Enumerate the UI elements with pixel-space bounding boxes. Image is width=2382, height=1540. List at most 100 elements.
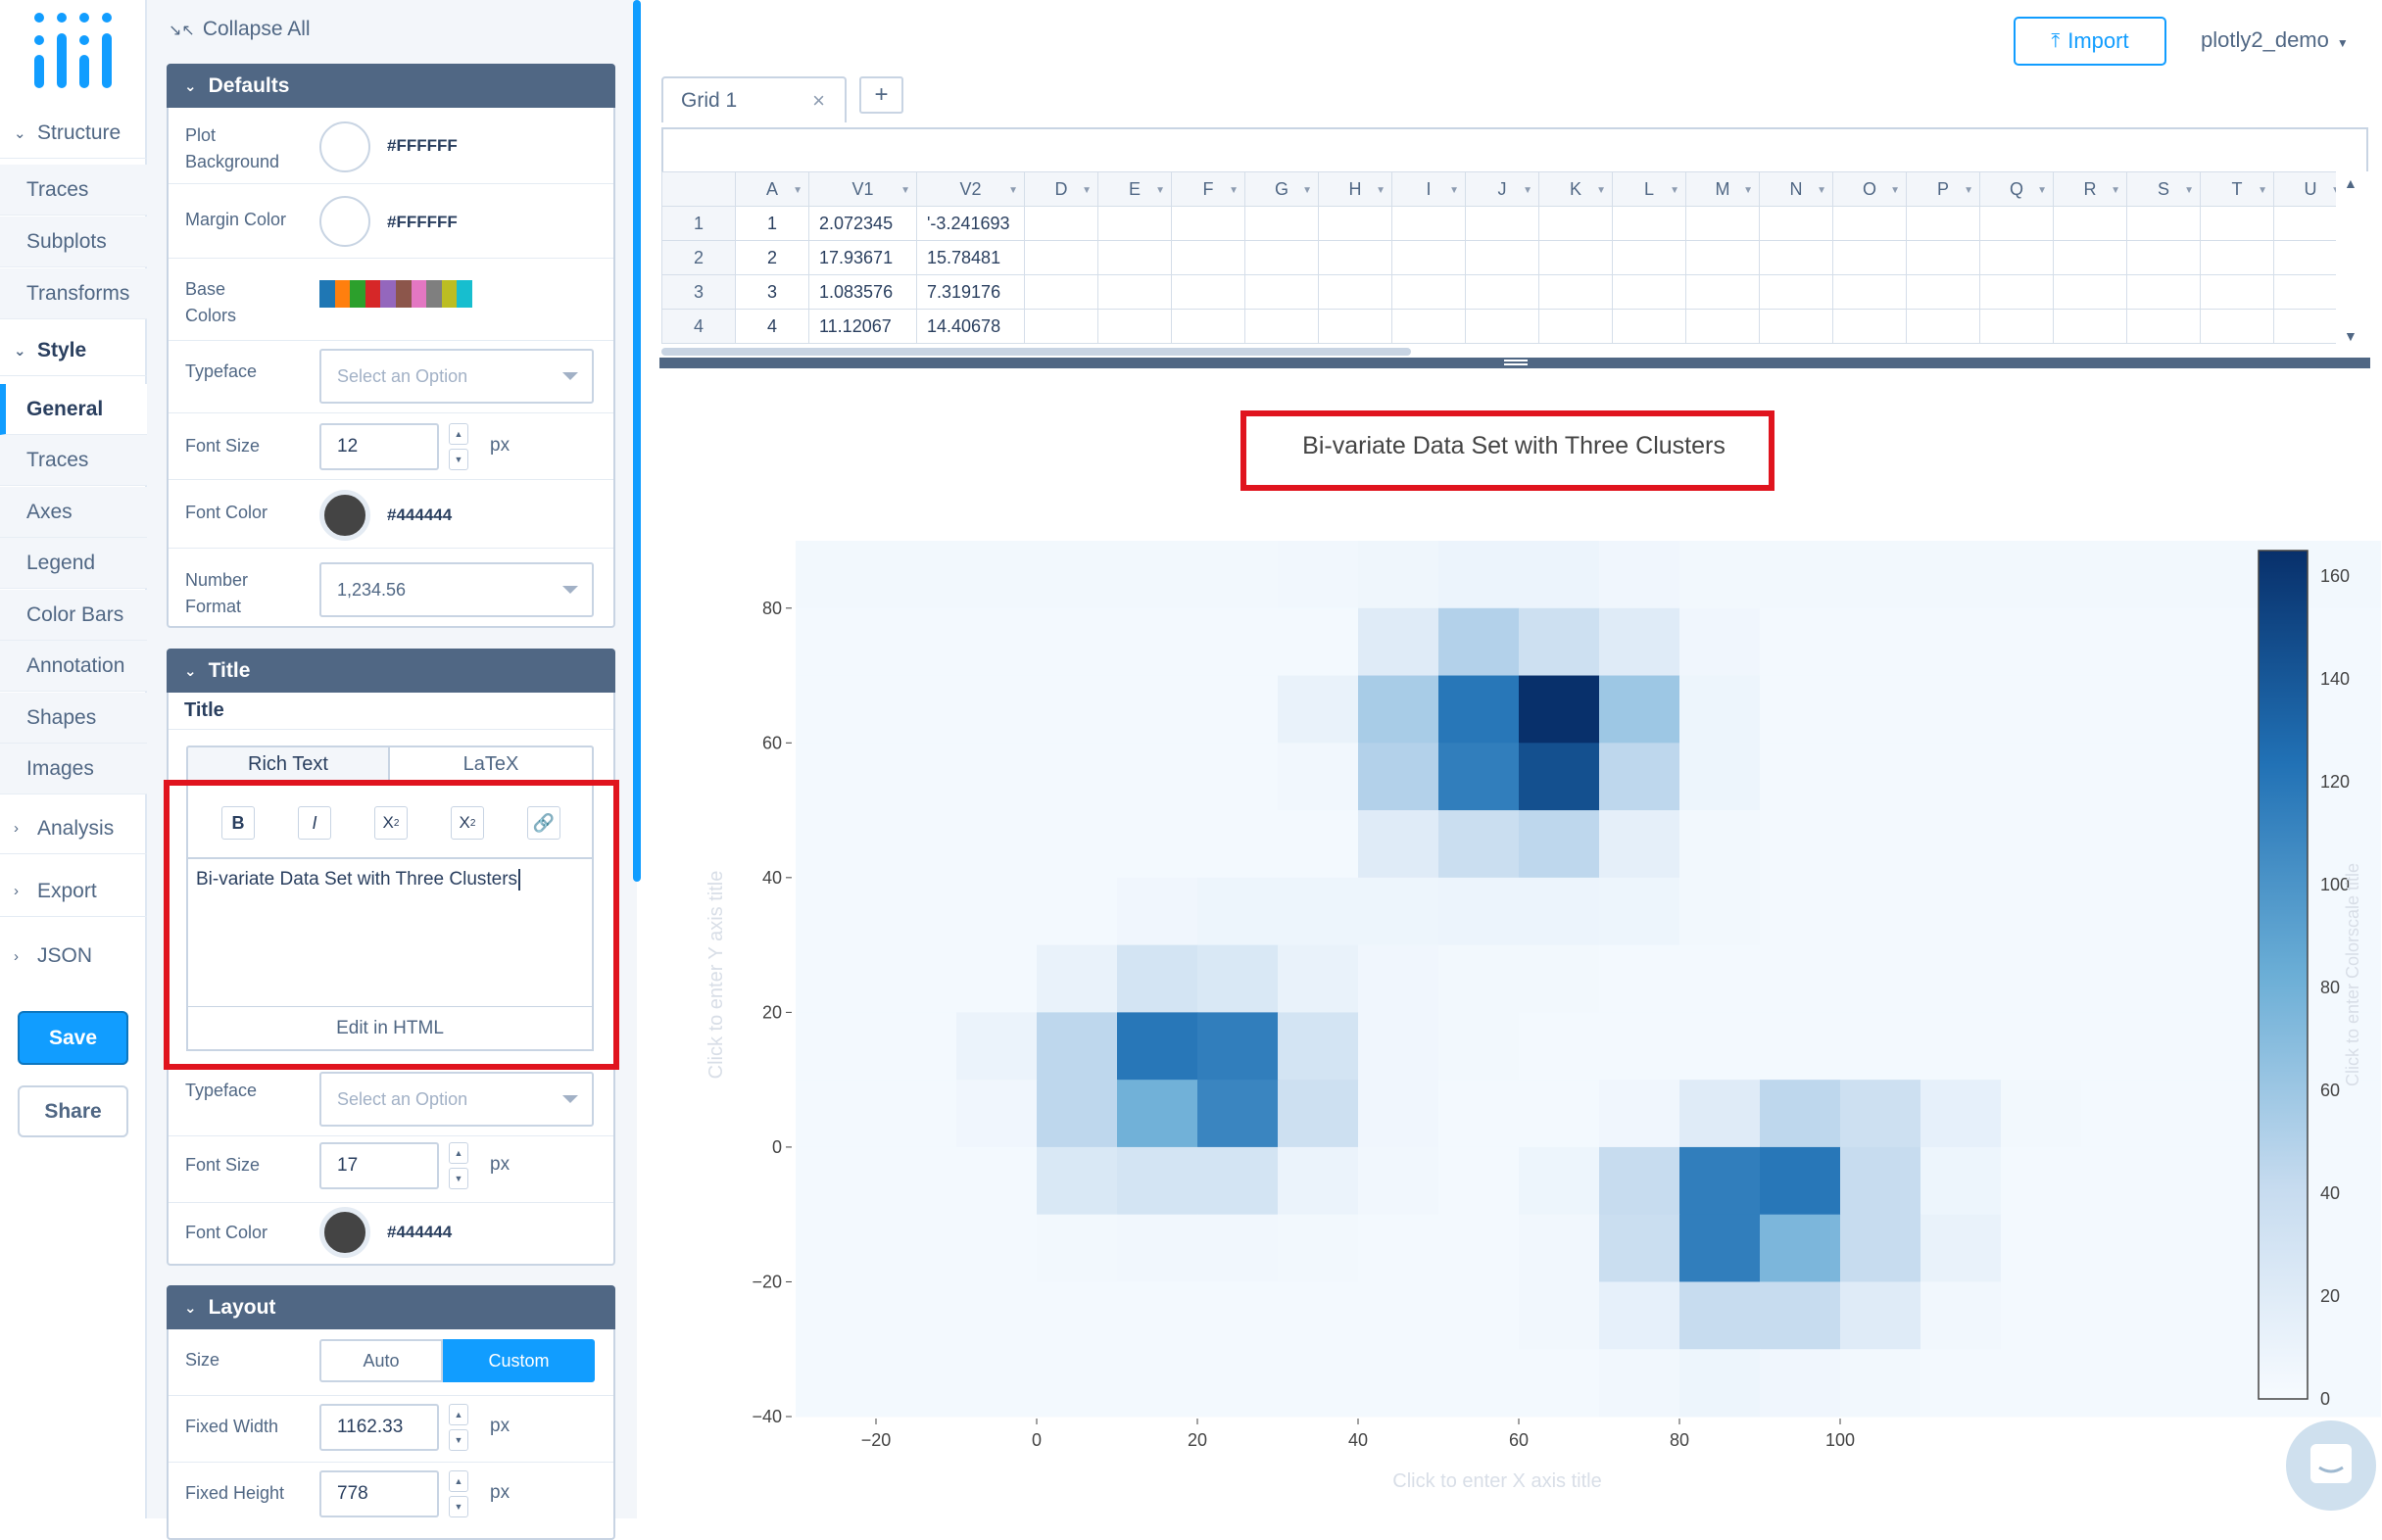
base-color-swatch[interactable]	[350, 280, 365, 308]
grid-cell[interactable]	[1832, 309, 1907, 344]
title-font-size-input[interactable]: 17	[319, 1142, 439, 1189]
base-color-swatch[interactable]	[457, 280, 472, 308]
grid-column-header[interactable]: S ▼	[2126, 171, 2201, 207]
grid-cell[interactable]	[1244, 240, 1319, 275]
grid-cell[interactable]	[1906, 240, 1980, 275]
grid-cell[interactable]	[1244, 309, 1319, 344]
nav-export[interactable]: › Export	[0, 866, 147, 917]
save-button[interactable]: Save	[18, 1011, 128, 1065]
grid-column-header[interactable]: N ▼	[1759, 171, 1833, 207]
grid-cell[interactable]	[1832, 206, 1907, 241]
increment-icon[interactable]: ▲	[449, 1142, 468, 1164]
grid-column-header[interactable]: Q ▼	[1979, 171, 2054, 207]
grid-cell[interactable]	[1097, 274, 1172, 310]
column-menu-icon[interactable]: ▼	[1670, 185, 1679, 196]
panel-scrollbar[interactable]	[633, 0, 641, 882]
grid-cell[interactable]	[1465, 309, 1539, 344]
font-size-input[interactable]: 12	[319, 423, 439, 470]
column-menu-icon[interactable]: ▼	[1523, 185, 1532, 196]
chat-launcher-button[interactable]	[2286, 1420, 2376, 1511]
fixed-height-stepper[interactable]: ▲ ▼	[449, 1470, 468, 1517]
grid-cell[interactable]	[1538, 309, 1613, 344]
grid-cell[interactable]: '-3.241693	[916, 206, 1025, 241]
grid-cell[interactable]	[1759, 309, 1833, 344]
decrement-icon[interactable]: ▼	[449, 1168, 468, 1189]
nav-item-subplots[interactable]: Subplots	[0, 217, 147, 267]
increment-icon[interactable]: ▲	[449, 1404, 468, 1425]
grid-column-header[interactable]: O ▼	[1832, 171, 1907, 207]
grid-column-header[interactable]: G ▼	[1244, 171, 1319, 207]
title-typeface-select[interactable]: Select an Option	[319, 1072, 594, 1127]
grid-column-header[interactable]: V2 ▼	[916, 171, 1025, 207]
number-format-select[interactable]: 1,234.56	[319, 562, 594, 617]
increment-icon[interactable]: ▲	[449, 1470, 468, 1492]
nav-json[interactable]: › JSON	[0, 931, 147, 982]
grid-cell[interactable]	[1318, 309, 1392, 344]
grid-cell[interactable]	[1097, 240, 1172, 275]
grid-cell[interactable]	[1391, 274, 1466, 310]
grid-column-header[interactable]: R ▼	[2053, 171, 2127, 207]
font-color-swatch[interactable]	[319, 490, 370, 541]
grid-cell[interactable]	[1979, 309, 2054, 344]
grid-cell[interactable]	[1906, 274, 1980, 310]
grid-cell[interactable]	[1906, 206, 1980, 241]
grid-cell[interactable]	[2200, 309, 2274, 344]
grid-cell[interactable]	[1391, 309, 1466, 344]
grid-cell[interactable]	[1024, 206, 1098, 241]
plot-background-swatch[interactable]	[319, 121, 370, 172]
grid-hscroll[interactable]	[661, 348, 1411, 356]
size-auto-button[interactable]: Auto	[319, 1339, 443, 1382]
grid-column-header[interactable]: P ▼	[1906, 171, 1980, 207]
column-menu-icon[interactable]: ▼	[1302, 185, 1312, 196]
row-number[interactable]: 2	[661, 240, 736, 275]
nav-item-images[interactable]: Images	[0, 744, 147, 794]
colorbar-title[interactable]: Click to enter Colorscale title	[2343, 863, 2362, 1086]
base-color-swatch[interactable]	[365, 280, 381, 308]
grid-cell[interactable]	[1612, 240, 1686, 275]
column-menu-icon[interactable]: ▼	[1155, 185, 1165, 196]
grid-column-header[interactable]: H ▼	[1318, 171, 1392, 207]
margin-color-swatch[interactable]	[319, 196, 370, 247]
nav-item-transforms[interactable]: Transforms	[0, 268, 147, 319]
decrement-icon[interactable]: ▼	[449, 1429, 468, 1451]
grid-cell[interactable]	[2126, 240, 2201, 275]
grid-cell[interactable]: 4	[735, 309, 809, 344]
scroll-down-icon[interactable]: ▼	[2344, 328, 2358, 344]
column-menu-icon[interactable]: ▼	[2184, 185, 2194, 196]
base-color-swatch[interactable]	[426, 280, 442, 308]
grid-cell[interactable]	[2126, 274, 2201, 310]
nav-item-color-bars[interactable]: Color Bars	[0, 590, 147, 641]
column-menu-icon[interactable]: ▼	[1817, 185, 1826, 196]
grid-column-header[interactable]: T ▼	[2200, 171, 2274, 207]
column-menu-icon[interactable]: ▼	[1890, 185, 1900, 196]
grid-cell[interactable]	[1465, 240, 1539, 275]
grid-cell[interactable]	[1244, 274, 1319, 310]
base-color-swatch[interactable]	[411, 280, 427, 308]
grid-cell[interactable]: 15.78481	[916, 240, 1025, 275]
title-font-size-stepper[interactable]: ▲ ▼	[449, 1142, 468, 1189]
font-size-stepper[interactable]: ▲ ▼	[449, 423, 468, 470]
tab-latex[interactable]: LaTeX	[390, 746, 594, 783]
base-colors-swatches[interactable]	[319, 280, 472, 308]
nav-item-style-traces[interactable]: Traces	[0, 435, 147, 486]
grid-cell[interactable]	[1318, 274, 1392, 310]
grid-cell[interactable]	[2200, 206, 2274, 241]
grid-cell[interactable]	[1024, 240, 1098, 275]
grid-cell[interactable]	[1612, 309, 1686, 344]
fixed-width-input[interactable]: 1162.33	[319, 1404, 439, 1451]
grid-cell[interactable]	[1465, 274, 1539, 310]
grid-cell[interactable]	[1685, 206, 1760, 241]
grid-cell[interactable]: 2.072345	[808, 206, 917, 241]
grid-cell[interactable]	[2053, 206, 2127, 241]
column-menu-icon[interactable]: ▼	[1229, 185, 1239, 196]
tab-rich-text[interactable]: Rich Text	[186, 746, 390, 783]
increment-icon[interactable]: ▲	[449, 423, 468, 445]
defaults-fold-header[interactable]: ⌄ Defaults	[167, 64, 615, 108]
grid-resize-handle[interactable]	[659, 358, 2370, 368]
column-menu-icon[interactable]: ▼	[2258, 185, 2267, 196]
grid-cell[interactable]	[1979, 240, 2054, 275]
column-menu-icon[interactable]: ▼	[1743, 185, 1753, 196]
nav-style[interactable]: ⌄ Style	[0, 325, 147, 376]
grid-cell[interactable]	[1097, 206, 1172, 241]
grid-cell[interactable]	[1171, 240, 1245, 275]
